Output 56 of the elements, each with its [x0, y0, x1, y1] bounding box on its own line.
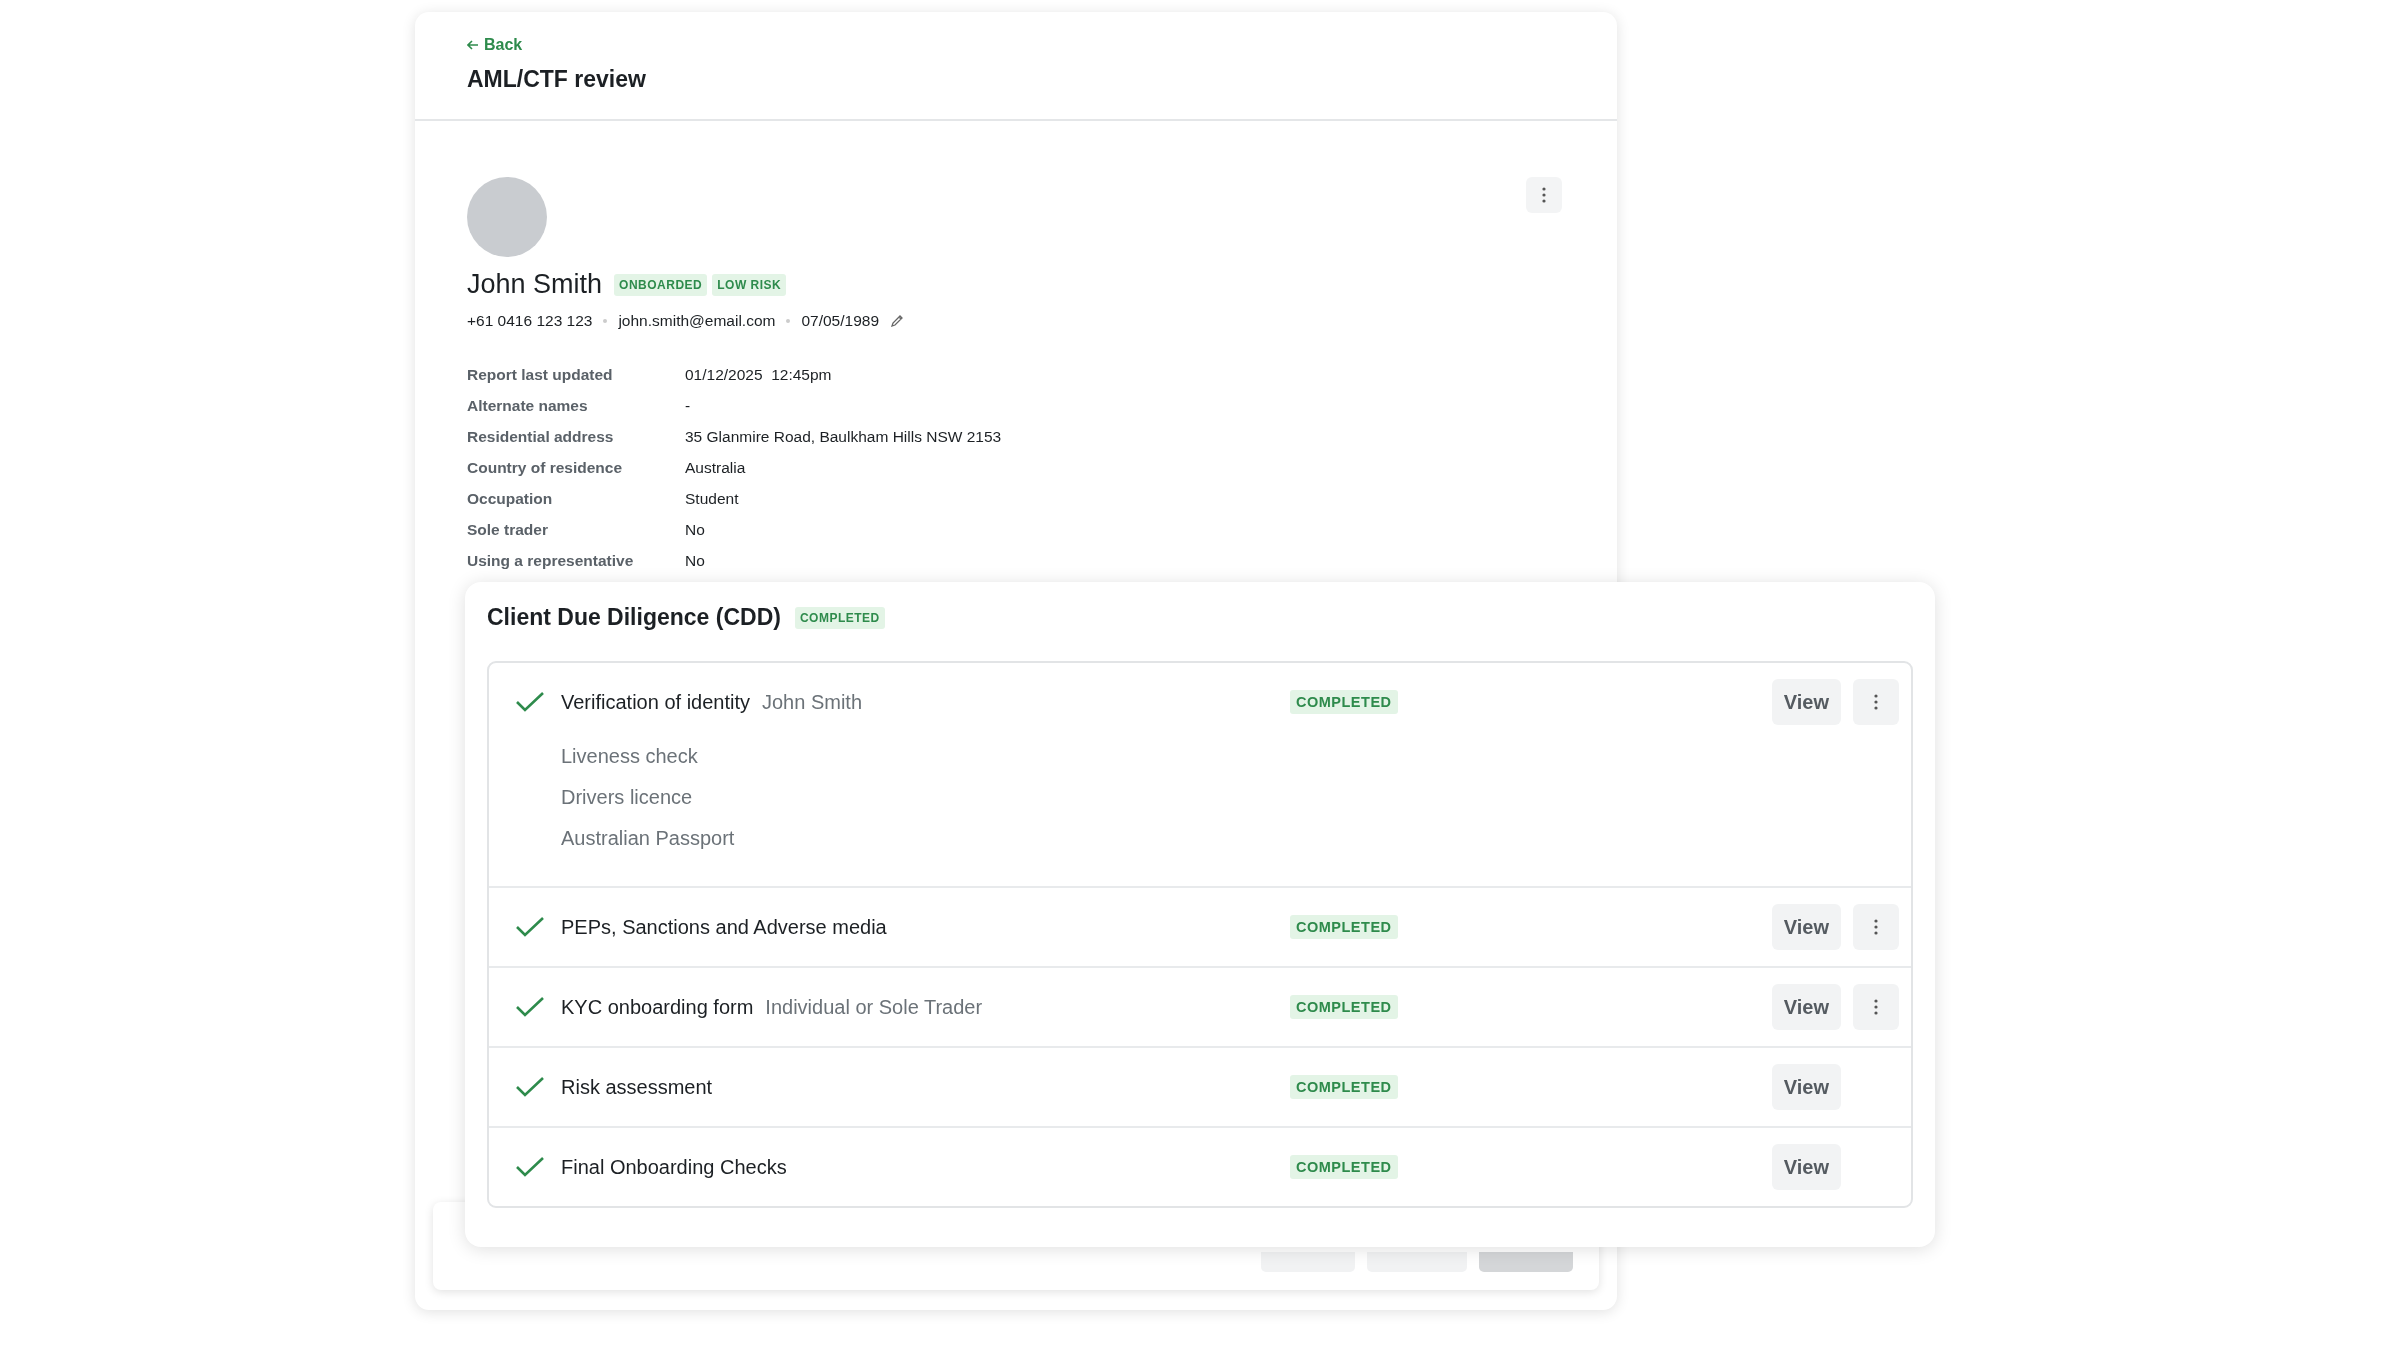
sub-check: Drivers licence — [561, 786, 694, 809]
detail-value: Australia — [685, 459, 747, 477]
contact-detail: 07/05/1989 — [801, 312, 879, 330]
contact-detail: john.smith@email.com — [618, 312, 776, 330]
arrow-left-icon — [467, 39, 479, 51]
detail-label: Occupation — [467, 490, 554, 508]
sub-check: Liveness check — [561, 745, 699, 768]
back-link[interactable]: Back — [467, 36, 523, 54]
check-subtitle: Individual or Sole Trader — [765, 995, 983, 1019]
detail-value: - — [685, 397, 692, 415]
more-icon — [1874, 999, 1878, 1015]
view-button[interactable]: View — [1771, 984, 1841, 1030]
check-subtitle: John Smith — [762, 690, 863, 714]
more-button[interactable] — [1853, 984, 1899, 1030]
detail-value: No — [685, 552, 706, 570]
detail-label: Alternate names — [467, 397, 589, 415]
view-button[interactable]: View — [1771, 679, 1841, 725]
view-button[interactable]: View — [1771, 1064, 1841, 1110]
check-title: Verification of identity — [561, 690, 750, 714]
detail-label: Residential address — [467, 428, 615, 446]
contact-detail: +61 0416 123 123 — [467, 312, 593, 330]
check-title: KYC onboarding form — [561, 995, 754, 1019]
action-button[interactable] — [1261, 1252, 1355, 1272]
section-title: Client Due Diligence (CDD) — [487, 604, 781, 631]
detail-value: 35 Glanmire Road, Baulkham Hills NSW 2153 — [685, 428, 1002, 446]
detail-label: Using a representative — [467, 552, 635, 570]
status-badge: COMPLETED — [794, 606, 885, 629]
status-badge: COMPLETED — [1290, 995, 1398, 1019]
more-icon — [1542, 187, 1546, 203]
more-button[interactable] — [1853, 904, 1899, 950]
more-icon — [1874, 694, 1878, 710]
view-button[interactable]: View — [1771, 904, 1841, 950]
detail-label: Sole trader — [467, 521, 549, 539]
detail-label: Country of residence — [467, 459, 624, 477]
detail-value: No — [685, 521, 706, 539]
check-title: Risk assessment — [561, 1075, 713, 1099]
view-button[interactable]: View — [1771, 1144, 1841, 1190]
client-name: John Smith — [467, 269, 603, 300]
status-badge: COMPLETED — [1290, 690, 1398, 714]
action-button[interactable] — [1367, 1252, 1467, 1272]
more-button[interactable] — [1526, 177, 1562, 213]
page-title: AML/CTF review — [467, 66, 646, 93]
detail-label: Report last updated — [467, 366, 614, 384]
detail-value: 01/12/2025 12:45pm — [685, 366, 833, 384]
sub-check: Australian Passport — [561, 827, 736, 850]
check-title: PEPs, Sanctions and Adverse media — [561, 915, 887, 939]
status-badge: COMPLETED — [1290, 1075, 1398, 1099]
more-icon — [1874, 919, 1878, 935]
status-badge: ONBOARDED — [614, 273, 708, 296]
detail-value: Student — [685, 490, 740, 508]
more-button[interactable] — [1853, 679, 1899, 725]
status-badge: COMPLETED — [1290, 915, 1398, 939]
check-title: Final Onboarding Checks — [561, 1155, 787, 1179]
edit-icon[interactable] — [890, 314, 904, 328]
status-badge: LOW RISK — [712, 273, 787, 296]
status-badge: COMPLETED — [1290, 1155, 1398, 1179]
